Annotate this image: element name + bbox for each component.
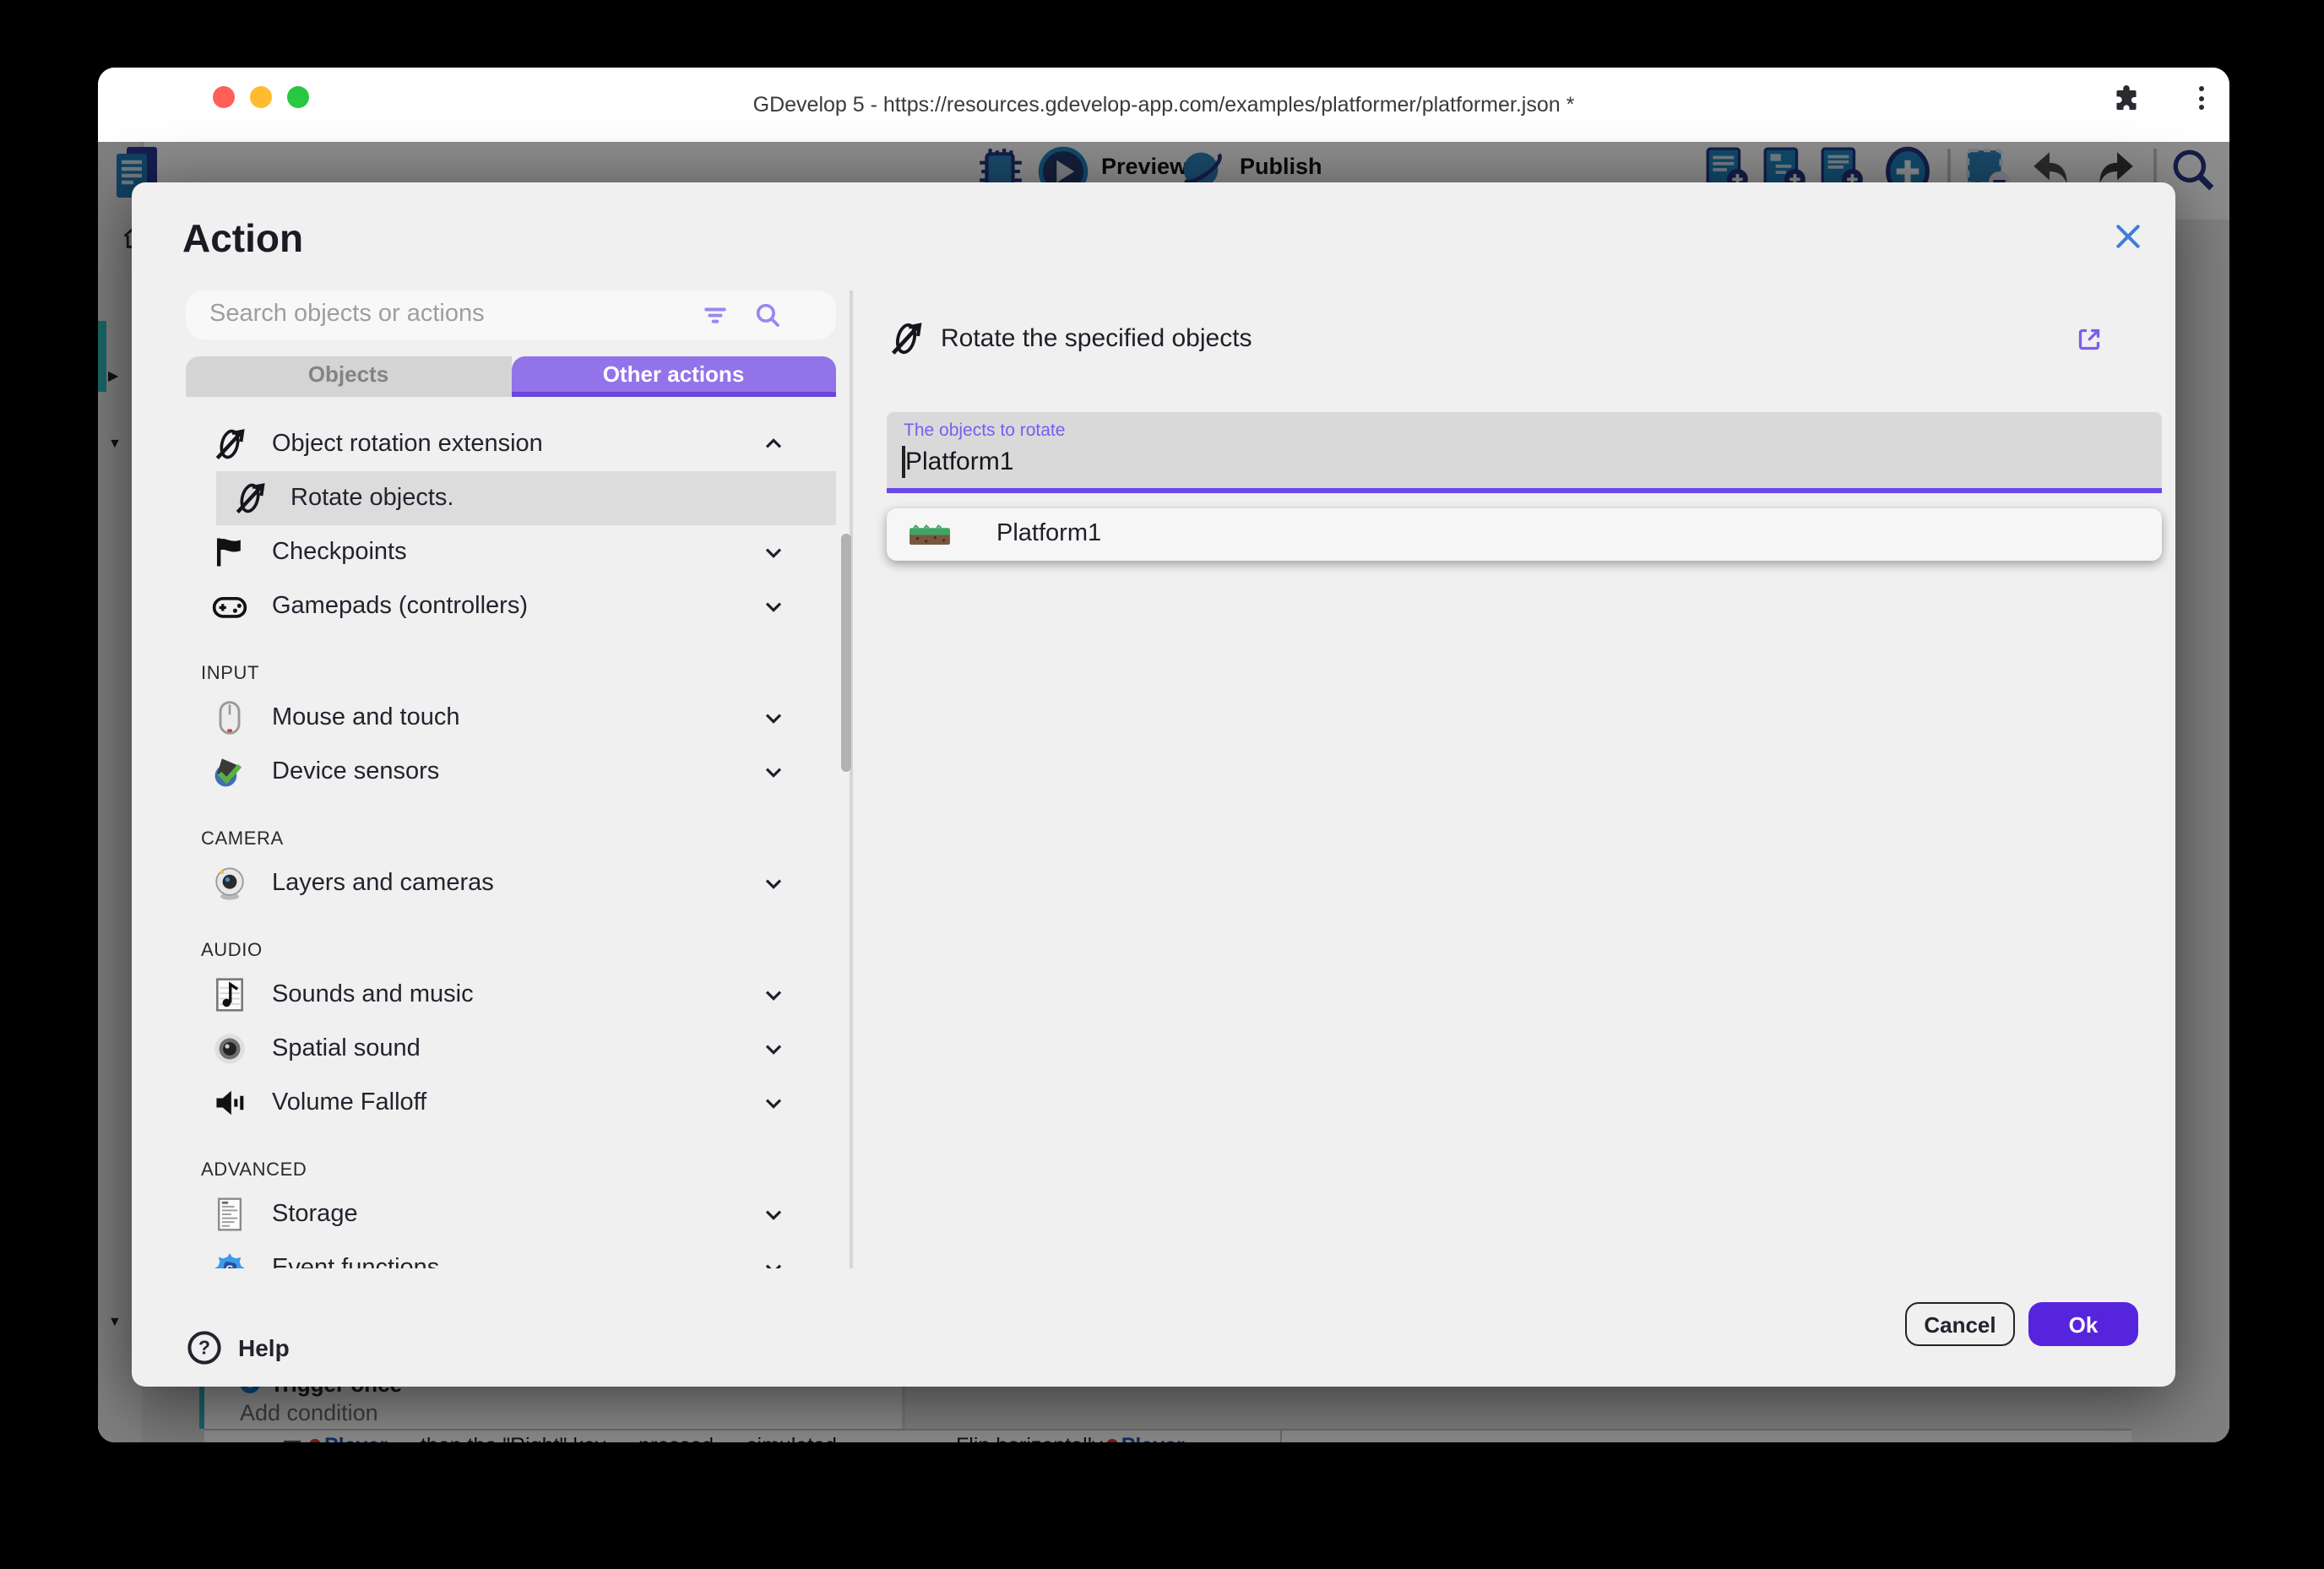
close-icon[interactable] bbox=[2111, 220, 2145, 253]
platform-thumbnail-icon bbox=[909, 524, 951, 546]
field-value: Platform1 bbox=[905, 448, 1013, 476]
list-item-label: Sounds and music bbox=[272, 981, 474, 1008]
list-section-header: AUDIO bbox=[186, 910, 836, 968]
volume-icon bbox=[211, 1084, 248, 1121]
search-icon[interactable] bbox=[753, 301, 782, 329]
rotate-icon bbox=[887, 318, 926, 357]
mouse-icon bbox=[211, 699, 248, 736]
chevron-down-icon[interactable] bbox=[760, 1035, 787, 1062]
action-tabs: Objects Other actions bbox=[186, 356, 836, 397]
browser-menu-icon[interactable] bbox=[2186, 83, 2216, 113]
list-item-volume-falloff[interactable]: Volume Falloff bbox=[186, 1076, 836, 1130]
window-title: GDevelop 5 - https://resources.gdevelop-… bbox=[98, 68, 2229, 142]
ok-button[interactable]: Ok bbox=[2028, 1302, 2138, 1346]
search-input[interactable]: Search objects or actions bbox=[186, 290, 836, 339]
list-item-gamepads-controllers[interactable]: Gamepads (controllers) bbox=[186, 579, 836, 633]
chevron-down-icon[interactable] bbox=[760, 1255, 787, 1268]
list-item-sounds-and-music[interactable]: Sounds and music bbox=[186, 968, 836, 1022]
tab-other-actions[interactable]: Other actions bbox=[511, 356, 836, 397]
svg-text:?: ? bbox=[198, 1335, 210, 1357]
help-button[interactable]: ? Help bbox=[186, 1327, 290, 1366]
chevron-down-icon[interactable] bbox=[760, 593, 787, 620]
title-bar: GDevelop 5 - https://resources.gdevelop-… bbox=[98, 68, 2229, 142]
help-icon: ? bbox=[186, 1328, 223, 1365]
list-item-label: Event functions bbox=[272, 1255, 439, 1268]
list-item-device-sensors[interactable]: Device sensors bbox=[186, 745, 836, 799]
cancel-button[interactable]: Cancel bbox=[1905, 1302, 2015, 1346]
search-placeholder: Search objects or actions bbox=[209, 301, 485, 328]
action-dialog: Action Search objects or actions Objects… bbox=[132, 182, 2175, 1387]
open-in-new-icon[interactable] bbox=[2074, 324, 2104, 355]
autocomplete-dropdown: Platform1 bbox=[887, 508, 2162, 561]
screen: GDevelop 5 - https://resources.gdevelop-… bbox=[0, 0, 2324, 1569]
list-item-label: Layers and cameras bbox=[272, 870, 494, 897]
list-item-mouse-and-touch[interactable]: Mouse and touch bbox=[186, 691, 836, 745]
chevron-down-icon[interactable] bbox=[760, 981, 787, 1008]
list-item-event-functions[interactable]: G Event functions bbox=[186, 1241, 836, 1268]
svg-text:G: G bbox=[225, 1263, 233, 1268]
text-cursor bbox=[902, 446, 904, 478]
rotate-icon bbox=[231, 480, 269, 517]
chevron-down-icon[interactable] bbox=[760, 1201, 787, 1228]
list-item-checkpoints[interactable]: Checkpoints bbox=[186, 525, 836, 579]
list-item-label: Checkpoints bbox=[272, 539, 407, 566]
autocomplete-item[interactable]: Platform1 bbox=[996, 520, 1101, 547]
action-list: Object rotation extension Rotate objects.… bbox=[186, 417, 836, 1268]
help-label: Help bbox=[238, 1333, 290, 1360]
list-item-label: Spatial sound bbox=[272, 1035, 421, 1062]
music-icon bbox=[211, 976, 248, 1013]
list-item-label: Rotate objects. bbox=[290, 485, 453, 512]
list-section-header: CAMERA bbox=[186, 799, 836, 856]
list-item-label: Storage bbox=[272, 1201, 358, 1228]
chevron-down-icon[interactable] bbox=[760, 1089, 787, 1116]
list-item-storage[interactable]: Storage bbox=[186, 1187, 836, 1241]
chevron-down-icon[interactable] bbox=[760, 704, 787, 731]
list-item-layers-and-cameras[interactable]: Layers and cameras bbox=[186, 856, 836, 910]
tab-objects[interactable]: Objects bbox=[186, 356, 511, 397]
list-section-header: INPUT bbox=[186, 633, 836, 691]
list-item-label: Volume Falloff bbox=[272, 1089, 426, 1116]
list-item-label: Gamepads (controllers) bbox=[272, 593, 528, 620]
filter-icon[interactable] bbox=[701, 301, 730, 329]
extensions-icon[interactable] bbox=[2111, 83, 2142, 113]
speaker-icon bbox=[211, 1030, 248, 1067]
rotate-icon bbox=[211, 426, 248, 463]
chevron-down-icon[interactable] bbox=[760, 758, 787, 785]
chevron-up-icon[interactable] bbox=[760, 431, 787, 458]
browser-window: GDevelop 5 - https://resources.gdevelop-… bbox=[98, 68, 2229, 1442]
list-item-label: Mouse and touch bbox=[272, 704, 460, 731]
list-item-label: Object rotation extension bbox=[272, 431, 543, 458]
gamepad-icon bbox=[211, 588, 248, 625]
flag-icon bbox=[211, 534, 248, 571]
chevron-down-icon[interactable] bbox=[760, 539, 787, 566]
list-item-label: Device sensors bbox=[272, 758, 439, 785]
list-item-rotate-objects[interactable]: Rotate objects. bbox=[186, 471, 836, 525]
list-scroll-track bbox=[850, 290, 853, 1268]
webcam-icon bbox=[211, 865, 248, 902]
storage-icon bbox=[211, 1196, 248, 1233]
detail-title: Rotate the specified objects bbox=[941, 323, 1252, 352]
sensors-icon bbox=[211, 753, 248, 790]
detail-header: Rotate the specified objects bbox=[887, 318, 1252, 358]
function-icon: G bbox=[211, 1250, 248, 1268]
list-item-object-rotation-extension[interactable]: Object rotation extension bbox=[186, 417, 836, 471]
list-section-header: ADVANCED bbox=[186, 1130, 836, 1187]
chevron-down-icon[interactable] bbox=[760, 870, 787, 897]
list-scrollbar[interactable] bbox=[841, 534, 851, 772]
dialog-title: Action bbox=[182, 216, 303, 262]
list-item-spatial-sound[interactable]: Spatial sound bbox=[186, 1022, 836, 1076]
field-label: The objects to rotate bbox=[904, 421, 1065, 441]
objects-to-rotate-field[interactable]: The objects to rotate Platform1 bbox=[887, 412, 2162, 493]
